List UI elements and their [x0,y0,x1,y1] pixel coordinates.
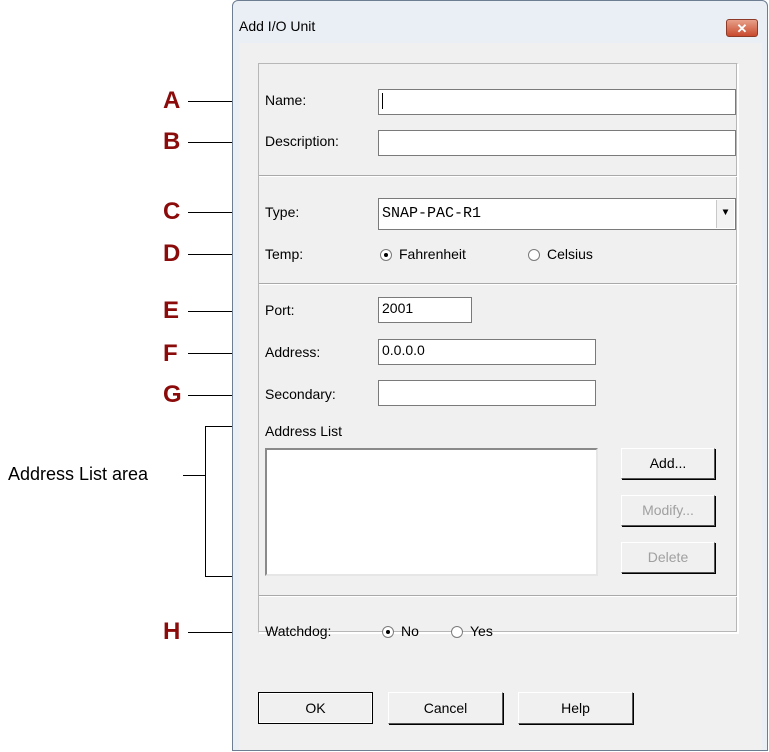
help-button[interactable]: Help [518,692,633,724]
add-io-unit-dialog: Add I/O Unit ✕ Name: Description: Type: … [232,0,768,751]
chevron-down-icon[interactable]: ▼ [716,200,734,228]
separator-type [259,283,737,285]
help-button-label: Help [561,700,590,716]
watchdog-no-label[interactable]: No [401,623,419,639]
temp-fahrenheit-radio[interactable] [380,249,392,261]
temp-celsius-label[interactable]: Celsius [547,246,593,262]
type-dropdown[interactable]: SNAP-PAC-R1 ▼ [378,198,736,230]
modify-button[interactable]: Modify... [621,495,715,526]
port-field[interactable]: 2001 [378,297,472,323]
text-cursor [382,93,383,110]
add-button-label: Add... [649,455,687,471]
port-value: 2001 [382,300,414,316]
watchdog-yes-radio[interactable] [451,626,463,638]
callout-f: F [163,340,178,367]
ok-button-label: OK [305,700,326,716]
watchdog-no-radio[interactable] [382,626,394,638]
address-field[interactable]: 0.0.0.0 [378,339,596,365]
watchdog-label: Watchdog: [265,623,332,639]
dialog-body: Name: Description: Type: SNAP-PAC-R1 ▼ T… [239,43,762,750]
callout-b: B [163,128,181,155]
close-icon: ✕ [736,21,748,36]
name-label: Name: [265,92,307,108]
close-button[interactable]: ✕ [726,19,758,37]
separator-identity [259,175,737,177]
cancel-button-label: Cancel [423,700,468,716]
secondary-field[interactable] [378,380,596,406]
callout-g: G [163,381,182,408]
description-label: Description: [265,133,339,149]
temp-fahrenheit-label[interactable]: Fahrenheit [399,246,466,262]
delete-button-label: Delete [647,549,689,565]
address-label: Address: [265,344,321,360]
temp-label: Temp: [265,246,304,262]
modify-button-label: Modify... [642,502,694,518]
callout-address-list-area: Address List area [8,464,149,484]
address-list-label: Address List [265,423,343,439]
ok-button[interactable]: OK [258,692,373,724]
cancel-button[interactable]: Cancel [388,692,503,724]
address-value: 0.0.0.0 [382,342,425,358]
dialog-title: Add I/O Unit [239,18,316,34]
port-label: Port: [265,302,295,318]
name-field[interactable] [378,89,736,115]
watchdog-yes-label[interactable]: Yes [470,623,493,639]
callout-e: E [163,297,180,324]
add-button[interactable]: Add... [621,448,715,479]
area-bracket-stub [183,475,205,476]
type-label: Type: [265,204,300,220]
description-field[interactable] [378,130,736,156]
separator-address [259,595,737,597]
title-bar[interactable]: Add I/O Unit ✕ [233,1,767,37]
address-list-box[interactable] [265,448,598,576]
type-value: SNAP-PAC-R1 [382,205,482,222]
delete-button[interactable]: Delete [621,542,715,573]
callout-d: D [163,240,181,267]
callout-a: A [163,87,181,114]
secondary-label: Secondary: [265,386,336,402]
area-bracket-vertical [205,426,206,577]
callout-h: H [163,618,181,645]
callout-c: C [163,198,181,225]
temp-celsius-radio[interactable] [528,249,540,261]
